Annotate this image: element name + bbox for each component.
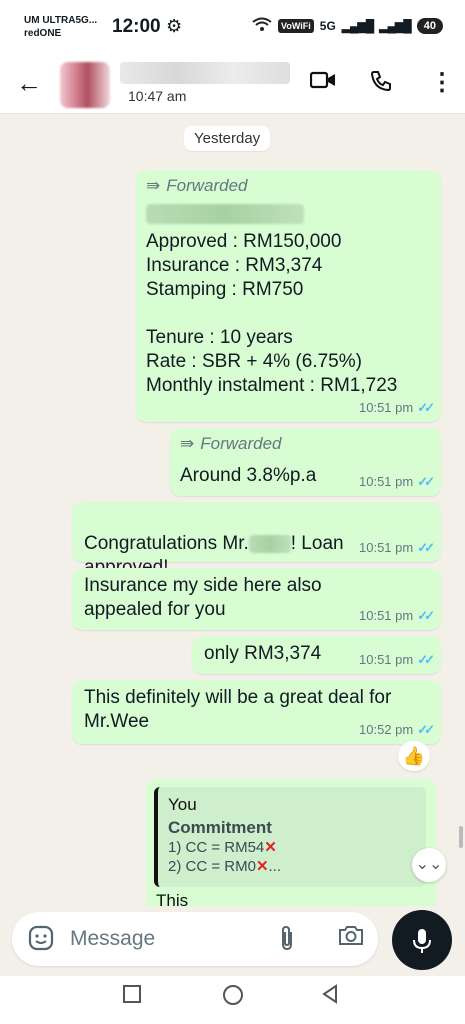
message-text-part: Congratulations Mr. xyxy=(84,533,249,554)
redacted-name xyxy=(248,534,291,553)
emoji-sticker-icon[interactable] xyxy=(28,925,54,958)
carrier-info: UM ULTRA5G... redONE xyxy=(24,14,97,40)
vowifi-badge: VoWiFi xyxy=(278,18,314,33)
battery-indicator: 40 xyxy=(416,17,443,34)
status-bar: UM ULTRA5G... redONE 12:00 ⚙ VoWiFi 5G ▂… xyxy=(0,0,465,56)
reply-message-bubble[interactable]: You Commitment 1) CC = RM54✕ 2) CC = RM0… xyxy=(146,779,436,906)
status-clock: 12:00 xyxy=(112,16,161,37)
quote-ellipsis: ... xyxy=(268,858,282,875)
message-text: Insurance my side here also appealed for… xyxy=(84,575,322,620)
message-bubble[interactable]: ⇛ Forwarded Approved : RM150,000 Insuranc… xyxy=(136,170,441,422)
message-input[interactable]: Message xyxy=(70,927,155,951)
double-check-icon: ✓✓ xyxy=(417,400,435,415)
home-button[interactable] xyxy=(222,984,244,1012)
carrier-line-2: redONE xyxy=(24,28,62,39)
forward-icon: ⇛ xyxy=(180,434,195,453)
forwarded-label: ⇛ Forwarded xyxy=(146,176,248,196)
cross-mark-icon: ✕ xyxy=(264,839,277,856)
system-navigation-bar xyxy=(0,976,465,1024)
quoted-message[interactable]: You Commitment 1) CC = RM54✕ 2) CC = RM0… xyxy=(154,787,426,887)
double-chevron-down-icon: ⌄⌄ xyxy=(415,856,443,873)
message-bubble[interactable]: only RM3,374 10:51 pm ✓✓ xyxy=(192,636,441,674)
message-text: only RM3,374 xyxy=(204,643,322,664)
quote-line: 1) CC = RM54✕ xyxy=(168,838,416,857)
message-bubble[interactable]: ⇛ Forwarded Around 3.8%p.a 10:51 pm ✓✓ xyxy=(170,428,441,496)
double-check-icon: ✓✓ xyxy=(417,722,435,737)
avatar[interactable] xyxy=(60,62,110,108)
chat-area[interactable]: Yesterday ⇛ Forwarded Approved : RM150,00… xyxy=(0,114,465,906)
message-time: 10:51 pm xyxy=(359,652,414,667)
microphone-icon xyxy=(412,926,432,953)
double-check-icon: ✓✓ xyxy=(417,474,435,489)
chat-header: ← 10:47 am ⋮ xyxy=(0,56,465,114)
status-indicators: VoWiFi 5G ▂▄▆█ ▂▄▆█ 40 xyxy=(252,17,443,34)
scrollbar[interactable] xyxy=(459,826,463,848)
forwarded-label: ⇛ Forwarded xyxy=(180,434,282,454)
message-meta: 10:51 pm ✓✓ xyxy=(359,652,435,668)
redacted-text xyxy=(146,204,304,224)
attachment-icon[interactable] xyxy=(278,924,296,959)
message-input-bar[interactable]: Message xyxy=(12,912,378,966)
message-meta: 10:51 pm ✓✓ xyxy=(359,540,435,556)
mic-button[interactable] xyxy=(392,910,452,970)
contact-name-redacted[interactable] xyxy=(120,62,290,84)
reply-text: This xyxy=(156,891,189,906)
scroll-to-bottom-button[interactable]: ⌄⌄ xyxy=(412,848,446,882)
message-meta: 10:51 pm ✓✓ xyxy=(359,608,435,624)
quote-line-text: 1) CC = RM54 xyxy=(168,839,265,856)
signal-icon: ▂▄▆█ xyxy=(341,18,374,33)
back-arrow-icon[interactable]: ← xyxy=(16,68,42,99)
double-check-icon: ✓✓ xyxy=(417,652,435,667)
recent-apps-button[interactable] xyxy=(122,984,142,1010)
message-text: This definitely will be a great deal for… xyxy=(84,687,392,732)
cross-mark-icon: ✕ xyxy=(255,858,269,875)
camera-icon[interactable] xyxy=(338,924,364,952)
last-seen-time: 10:47 am xyxy=(128,88,187,104)
forward-icon: ⇛ xyxy=(146,176,161,195)
message-text: Approved : RM150,000 Insurance : RM3,374… xyxy=(146,231,398,396)
message-meta: 10:51 pm ✓✓ xyxy=(359,400,435,416)
gear-icon: ⚙ xyxy=(166,16,183,36)
quote-author: You xyxy=(168,795,197,814)
message-time: 10:52 pm xyxy=(359,722,414,737)
message-time: 10:51 pm xyxy=(359,474,414,489)
quote-line-text: 2) CC = RM0 xyxy=(168,858,256,875)
video-call-icon[interactable] xyxy=(309,70,336,96)
message-time: 10:51 pm xyxy=(359,400,414,415)
carrier-line-1: UM ULTRA5G... xyxy=(24,15,98,26)
message-meta: 10:51 pm ✓✓ xyxy=(359,474,435,490)
thumbs-up-reaction-icon[interactable]: 👍 xyxy=(398,741,430,771)
double-check-icon: ✓✓ xyxy=(417,540,435,555)
wifi-icon xyxy=(252,17,272,34)
quote-title: Commitment xyxy=(168,818,272,837)
message-time: 10:51 pm xyxy=(359,608,414,623)
message-time: 10:51 pm xyxy=(359,540,414,555)
more-options-icon[interactable]: ⋮ xyxy=(430,68,454,97)
network-type: 5G xyxy=(319,18,336,33)
phone-call-icon[interactable] xyxy=(370,70,392,98)
back-button[interactable] xyxy=(320,984,340,1010)
message-bubble[interactable]: This definitely will be a great deal for… xyxy=(72,680,441,744)
forwarded-text: Forwarded xyxy=(200,434,282,453)
message-text: Around 3.8%p.a xyxy=(180,465,317,486)
message-bubble[interactable]: Congratulations Mr.! Loan approved! 10:5… xyxy=(72,502,441,578)
signal-icon-2: ▂▄▆█ xyxy=(379,18,411,33)
quote-line: 2) CC = RM0✕... xyxy=(168,857,416,876)
forwarded-text: Forwarded xyxy=(166,176,248,195)
message-bubble[interactable]: Insurance my side here also appealed for… xyxy=(72,568,441,630)
date-chip: Yesterday xyxy=(184,126,271,151)
double-check-icon: ✓✓ xyxy=(417,608,435,623)
message-meta: 10:52 pm ✓✓ xyxy=(359,722,435,738)
